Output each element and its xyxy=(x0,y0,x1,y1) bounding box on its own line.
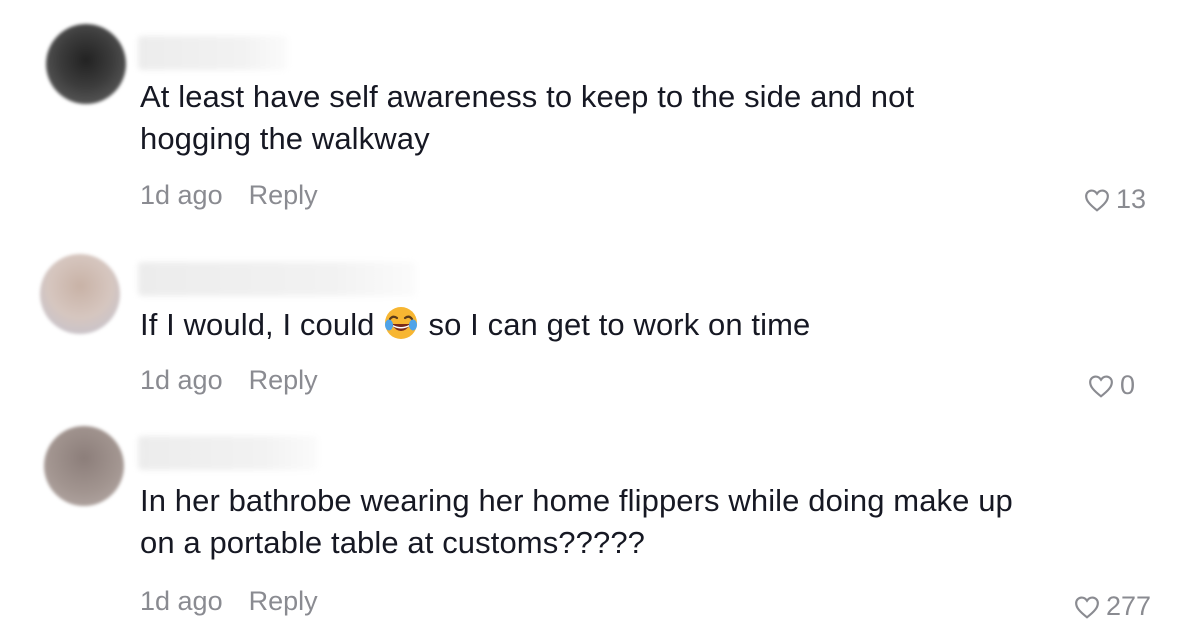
comment-text-part: If I would, I could xyxy=(140,307,375,342)
avatar[interactable] xyxy=(40,254,120,334)
comment-age: 1d ago xyxy=(140,180,223,210)
username-blurred[interactable] xyxy=(138,262,416,296)
comment-meta: 1d ago Reply xyxy=(140,180,318,211)
reply-button[interactable]: Reply xyxy=(249,365,318,395)
avatar[interactable] xyxy=(44,426,124,506)
reply-button[interactable]: Reply xyxy=(249,586,318,616)
reply-button[interactable]: Reply xyxy=(249,180,318,210)
comment-text-part: so I can get to work on time xyxy=(428,307,811,342)
comment-age: 1d ago xyxy=(140,365,223,395)
like-count: 277 xyxy=(1106,591,1152,621)
face-with-tears-of-joy-icon xyxy=(384,307,417,339)
comment-meta: 1d ago Reply xyxy=(140,586,318,617)
like-button[interactable]: 13 xyxy=(1084,184,1146,215)
like-button[interactable]: 0 xyxy=(1088,370,1135,401)
comment-age: 1d ago xyxy=(140,586,223,616)
comment-text: In her bathrobe wearing her home flipper… xyxy=(140,483,1013,560)
username-blurred[interactable] xyxy=(138,36,288,70)
comment-meta: 1d ago Reply xyxy=(140,365,318,396)
heart-outline-icon xyxy=(1089,374,1113,398)
like-button[interactable]: 277 xyxy=(1074,591,1151,622)
heart-outline-icon xyxy=(1075,595,1099,619)
username-blurred[interactable] xyxy=(138,436,318,470)
comment-text: At least have self awareness to keep to … xyxy=(140,79,915,156)
like-count: 13 xyxy=(1116,184,1147,214)
avatar[interactable] xyxy=(46,24,126,104)
comment-text: If I would, I could so I can get to work… xyxy=(140,304,810,346)
like-count: 0 xyxy=(1120,370,1136,400)
heart-outline-icon xyxy=(1085,188,1109,212)
